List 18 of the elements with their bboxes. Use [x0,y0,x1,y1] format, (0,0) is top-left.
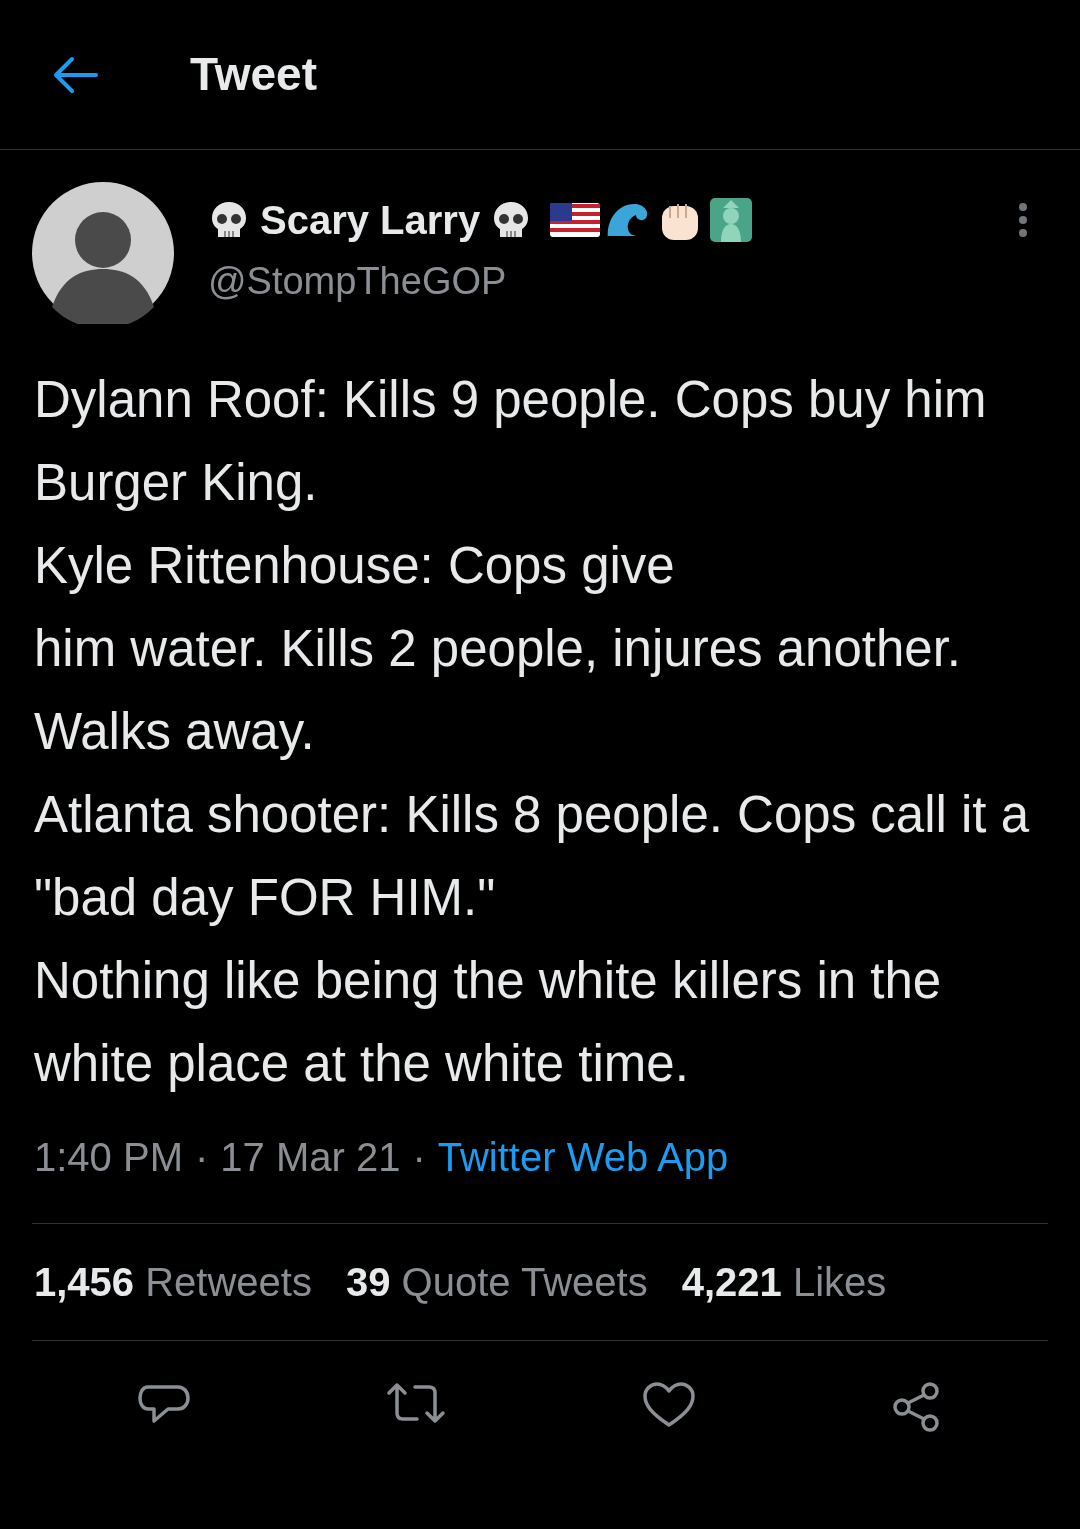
user-handle[interactable]: @StompTheGOP [208,262,1048,300]
statue-icon [708,196,755,244]
separator: · [412,1134,426,1181]
page-title: Tweet [190,47,317,102]
tweet-date[interactable]: 17 Mar 21 [220,1127,401,1187]
source-link[interactable]: Twitter Web App [437,1127,729,1187]
stat-link[interactable]: 39 Quote Tweets [345,1252,648,1312]
tweet-time[interactable]: 1:40 PM [34,1127,183,1187]
more-icon[interactable] [1018,202,1028,238]
display-name[interactable]: Scary Larry [260,200,481,240]
stat-link[interactable]: 4,221 Likes [681,1252,887,1312]
tweet-text: Dylann Roof: Kills 9 people. Cops buy him Burger King. Kyle Rittenhouse: Cops give him water. Kills 2 people, injures another. Walks away. Atlanta shooter: Kills 8 people. Cops call it a "bad day FOR HIM." Nothing like being the white killers in the white place at the white time. [34,370,1031,1094]
separator: · [194,1134,209,1181]
flag-icon [550,203,601,237]
retweet-icon[interactable] [385,1381,448,1425]
stat-link[interactable]: 1,456 Retweets [34,1252,312,1312]
avatar[interactable] [32,182,174,324]
like-icon[interactable] [642,1381,695,1429]
